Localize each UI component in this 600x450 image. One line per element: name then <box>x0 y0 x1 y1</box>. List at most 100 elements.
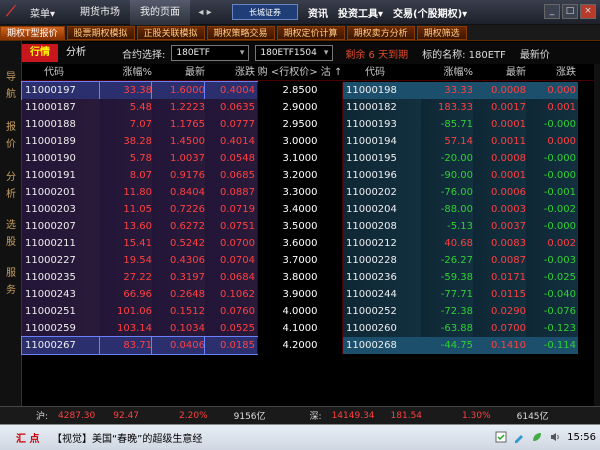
main-menu-button[interactable]: 菜单▾ <box>30 5 70 20</box>
sidebar-nav-2[interactable]: 航 <box>0 86 22 103</box>
quote-button[interactable]: 行情 <box>22 44 58 62</box>
news-ticker: 汇 点 【视觉】美国“春晚”的超级生意经 15:56 <box>0 424 600 450</box>
chevron-down-icon: ▾ <box>239 48 245 58</box>
sidebar-quote-1[interactable]: 报 <box>0 119 22 136</box>
sidebar-stock-pick-2[interactable]: 股 <box>0 234 22 251</box>
put-price: 0.0017 <box>473 99 526 116</box>
table-row[interactable]: 11000201 11.80 0.8404 0.0887 3.3000 11000202-… <box>22 184 600 201</box>
table-row[interactable]: 11000191 8.07 0.9176 0.0685 3.2000 11000196 -9… <box>22 167 600 184</box>
tab-underlying-sim[interactable]: 正股关联模拟 <box>136 25 205 40</box>
put-price: 0.0087 <box>473 252 526 269</box>
put-pct: -85.71 <box>421 116 473 133</box>
call-price: 1.0037 <box>152 150 205 167</box>
tab-seller-analysis[interactable]: 期权卖方分析 <box>346 25 415 40</box>
contract-select[interactable]: 180ETF ▾ <box>171 45 250 61</box>
maximize-button[interactable]: □ <box>562 4 578 19</box>
table-row[interactable]: 11000243 66.96 0.2648 0.1062 3.9000 11000244-… <box>22 286 600 303</box>
table-row[interactable]: 11000190 5.78 1.0037 0.0548 3.1000 11000195 -2… <box>22 150 600 167</box>
put-pct: -72.38 <box>421 303 473 320</box>
table-row[interactable]: 11000197 33.38 1.6000 0.4004 2.8500 11000198 3… <box>21 81 600 100</box>
call-code: 11000227 <box>22 252 100 269</box>
table-row[interactable]: 11000267 83.71 0.0406 0.0185 4.2000 11000268-… <box>21 336 600 355</box>
vertical-scrollbar[interactable] <box>594 64 600 406</box>
menu-trade[interactable]: 交易(个股期权)▾ <box>393 5 467 20</box>
tab-my-page[interactable]: 我的页面 <box>130 0 190 25</box>
t-quote-table: 代码 涨幅% 最新 涨跌 购 <行权价> 沽 ↑ 代码 涨幅% 最新 涨跌 11… <box>21 64 600 406</box>
strike-price: 2.9000 <box>257 99 343 116</box>
close-button[interactable]: × <box>580 4 596 19</box>
checklist-icon[interactable] <box>495 431 507 443</box>
table-row[interactable]: 11000251 101.06 0.1512 0.0760 4.0000 11000252… <box>22 303 600 320</box>
call-price: 1.1765 <box>152 116 205 133</box>
header-code-put[interactable]: 代码 <box>343 64 421 81</box>
call-pct: 11.05 <box>100 201 152 218</box>
sidebar-service-1[interactable]: 服 <box>0 265 22 282</box>
tab-option-screen[interactable]: 期权筛选 <box>416 25 467 40</box>
tab-pricing-calc[interactable]: 期权定价计算 <box>276 25 345 40</box>
table-row[interactable]: 11000203 11.05 0.7226 0.0719 3.4000 11000204-… <box>22 201 600 218</box>
header-strike[interactable]: 购 <行权价> 沽 ↑ <box>257 64 343 81</box>
put-change: -0.003 <box>526 252 578 269</box>
call-pct: 83.71 <box>99 336 153 355</box>
pen-icon[interactable] <box>513 431 525 443</box>
tab-futures-market[interactable]: 期货市场 <box>70 0 130 25</box>
call-change: 0.0887 <box>205 184 257 201</box>
speaker-icon[interactable] <box>549 431 561 443</box>
strike-price: 3.9000 <box>257 286 343 303</box>
header-code[interactable]: 代码 <box>22 64 100 81</box>
call-price: 0.2648 <box>152 286 205 303</box>
put-price: 0.0037 <box>473 218 526 235</box>
header-price-put[interactable]: 最新 <box>473 64 526 81</box>
table-row[interactable]: 11000227 19.54 0.4306 0.0704 3.7000 11000228-… <box>22 252 600 269</box>
sidebar-stock-pick-1[interactable]: 选 <box>0 217 22 234</box>
ticker-headline[interactable]: 【视觉】美国“春晚”的超级生意经 <box>52 430 202 445</box>
table-row[interactable]: 11000207 13.60 0.6272 0.0751 3.5000 11000208-… <box>22 218 600 235</box>
strike-price: 3.5000 <box>257 218 343 235</box>
table-row[interactable]: 11000259 103.14 0.1034 0.0525 4.1000 11000260… <box>22 320 600 337</box>
table-row[interactable]: 11000211 15.41 0.5242 0.0700 3.6000 11000212 4… <box>22 235 600 252</box>
header-pct-put[interactable]: 涨幅% <box>421 64 473 81</box>
table-row[interactable]: 11000189 38.28 1.4500 0.4014 3.0000 11000194 5… <box>22 133 600 150</box>
sidebar-quote-2[interactable]: 价 <box>0 136 22 153</box>
put-code: 11000260 <box>343 320 421 337</box>
menu-investment-tools[interactable]: 投资工具▾ <box>338 5 383 20</box>
sidebar-analysis-2[interactable]: 析 <box>0 186 22 203</box>
header-chg[interactable]: 涨跌 <box>205 64 257 81</box>
title-bar: ⟋ 菜单▾ 期货市场 我的页面 ◂ ▸ 长城证券 资讯 投资工具▾ 交易(个股期… <box>0 0 600 25</box>
header-price[interactable]: 最新 <box>152 64 205 81</box>
strike-price: 3.3000 <box>257 184 343 201</box>
sidebar-analysis-1[interactable]: 分 <box>0 169 22 186</box>
month-select[interactable]: 180ETF1504 ▾ <box>255 45 334 61</box>
call-code: 11000203 <box>22 201 100 218</box>
minimize-button[interactable]: _ <box>544 4 560 19</box>
table-row[interactable]: 11000235 27.22 0.3197 0.0684 3.8000 11000236-… <box>22 269 600 286</box>
call-price: 0.7226 <box>152 201 205 218</box>
tab-strategy-trade[interactable]: 期权策略交易 <box>206 25 275 40</box>
sidebar-service-2[interactable]: 务 <box>0 282 22 299</box>
table-row[interactable]: 11000187 5.48 1.2223 0.0635 2.9000 11000182 18… <box>22 99 600 116</box>
leaf-icon[interactable] <box>531 431 543 443</box>
call-price: 0.8404 <box>152 184 205 201</box>
call-change: 0.4014 <box>205 133 257 150</box>
page-nav-arrows[interactable]: ◂ ▸ <box>190 7 220 18</box>
call-code: 11000191 <box>22 167 100 184</box>
call-change: 0.0635 <box>205 99 257 116</box>
call-price: 0.1034 <box>152 320 205 337</box>
header-chg-put[interactable]: 涨跌 <box>526 64 578 81</box>
put-code: 11000268 <box>343 337 421 354</box>
menu-news[interactable]: 资讯 <box>308 5 328 20</box>
sidebar-nav-1[interactable]: 导 <box>0 69 22 86</box>
call-price: 1.6000 <box>151 81 206 100</box>
put-code: 11000208 <box>343 218 421 235</box>
strike-price: 2.9500 <box>257 116 343 133</box>
call-code: 11000189 <box>22 133 100 150</box>
strike-price: 4.2000 <box>257 337 343 354</box>
put-price: 0.1410 <box>473 337 526 354</box>
put-pct: -26.27 <box>421 252 473 269</box>
tab-option-sim[interactable]: 股票期权模拟 <box>66 25 135 40</box>
header-pct[interactable]: 涨幅% <box>100 64 152 81</box>
analysis-button[interactable]: 分析 <box>58 44 94 62</box>
put-change: -0.040 <box>526 286 578 303</box>
table-row[interactable]: 11000188 7.07 1.1765 0.0777 2.9500 11000193 -8… <box>22 116 600 133</box>
tab-t-quote[interactable]: 期权T型报价 <box>0 25 65 40</box>
